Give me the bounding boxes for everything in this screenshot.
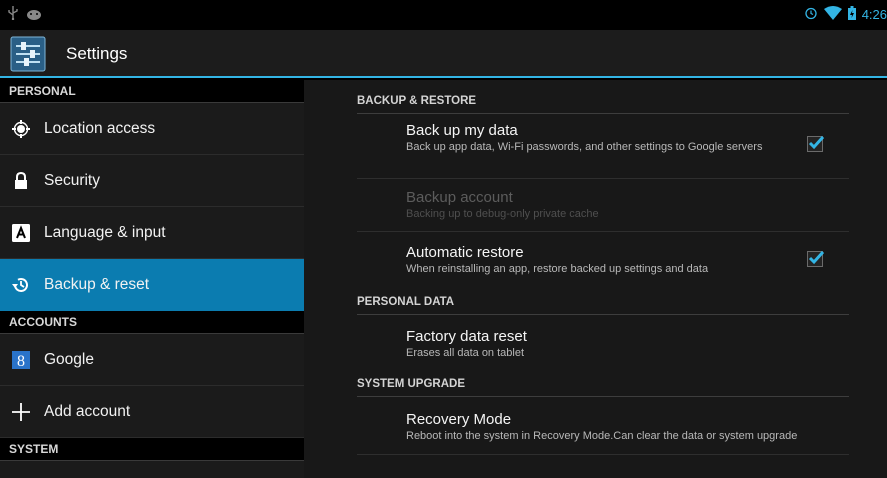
pref-automatic-restore[interactable]: Automatic restore When reinstalling an a…: [406, 244, 849, 276]
status-bar: 4:26: [0, 0, 887, 30]
sidebar: PERSONAL Location access Security Langua…: [0, 80, 304, 478]
pref-title: Recovery Mode: [406, 411, 512, 428]
sidebar-item-language-input[interactable]: Language & input: [0, 207, 304, 259]
keyboard-icon: [10, 222, 32, 244]
action-bar-divider: [0, 76, 887, 78]
pref-back-up-my-data[interactable]: Back up my data Back up app data, Wi-Fi …: [406, 122, 849, 154]
sidebar-item-label: Security: [44, 171, 100, 189]
category-backup-restore: BACKUP & RESTORE: [357, 89, 849, 114]
category-system-upgrade: SYSTEM UPGRADE: [357, 372, 849, 397]
google-icon: 8: [10, 349, 32, 371]
pref-summary: When reinstalling an app, restore backed…: [406, 263, 709, 275]
pref-title: Backup account: [406, 189, 513, 206]
battery-icon: [847, 6, 856, 23]
sidebar-item-backup-reset[interactable]: Backup & reset: [0, 259, 304, 311]
sidebar-item-label: Backup & reset: [44, 275, 150, 293]
pref-recovery-mode[interactable]: Recovery Mode Reboot into the system in …: [406, 411, 849, 443]
sidebar-section-accounts: ACCOUNTS: [0, 311, 304, 334]
sidebar-item-label: Location access: [44, 119, 156, 137]
sidebar-item-label: Google: [44, 350, 94, 368]
settings-app-icon[interactable]: [10, 36, 46, 72]
svg-text:8: 8: [17, 353, 25, 369]
divider: [357, 454, 849, 455]
pref-summary: Backing up to debug-only private cache: [406, 208, 599, 220]
back-up-my-data-checkbox[interactable]: [807, 135, 824, 152]
pref-summary: Erases all data on tablet: [406, 347, 525, 359]
action-bar: Settings: [0, 30, 887, 78]
automatic-restore-checkbox[interactable]: [807, 250, 824, 267]
debug-android-icon: [26, 7, 42, 25]
sidebar-section-system: SYSTEM: [0, 438, 304, 461]
pref-factory-data-reset[interactable]: Factory data reset Erases all data on ta…: [406, 328, 849, 360]
plus-icon: [10, 401, 32, 423]
status-time: 4:26: [861, 7, 887, 22]
sidebar-section-personal: PERSONAL: [0, 80, 304, 103]
page-title: Settings: [66, 44, 128, 63]
pref-backup-account: Backup account Backing up to debug-only …: [406, 189, 849, 221]
location-icon: [10, 118, 32, 140]
pref-title: Factory data reset: [406, 328, 527, 345]
wifi-icon: [823, 6, 842, 23]
settings-detail-pane: BACKUP & RESTORE Back up my data Back up…: [304, 80, 887, 478]
pref-summary: Back up app data, Wi-Fi passwords, and o…: [406, 141, 763, 153]
divider: [357, 178, 849, 179]
alarm-icon: [804, 6, 818, 23]
backup-icon: [10, 274, 32, 296]
sidebar-item-label: Add account: [44, 402, 131, 420]
lock-icon: [10, 170, 32, 192]
sidebar-item-add-account[interactable]: Add account: [0, 386, 304, 438]
sidebar-item-google[interactable]: 8 Google: [0, 334, 304, 386]
sidebar-item-security[interactable]: Security: [0, 155, 304, 207]
usb-icon: [8, 6, 18, 25]
divider: [357, 231, 849, 232]
pref-title: Back up my data: [406, 122, 518, 139]
sidebar-item-location-access[interactable]: Location access: [0, 103, 304, 155]
pref-summary: Reboot into the system in Recovery Mode.…: [406, 430, 798, 442]
pref-title: Automatic restore: [406, 244, 524, 261]
category-personal-data: PERSONAL DATA: [357, 290, 849, 315]
sidebar-item-label: Language & input: [44, 223, 166, 241]
